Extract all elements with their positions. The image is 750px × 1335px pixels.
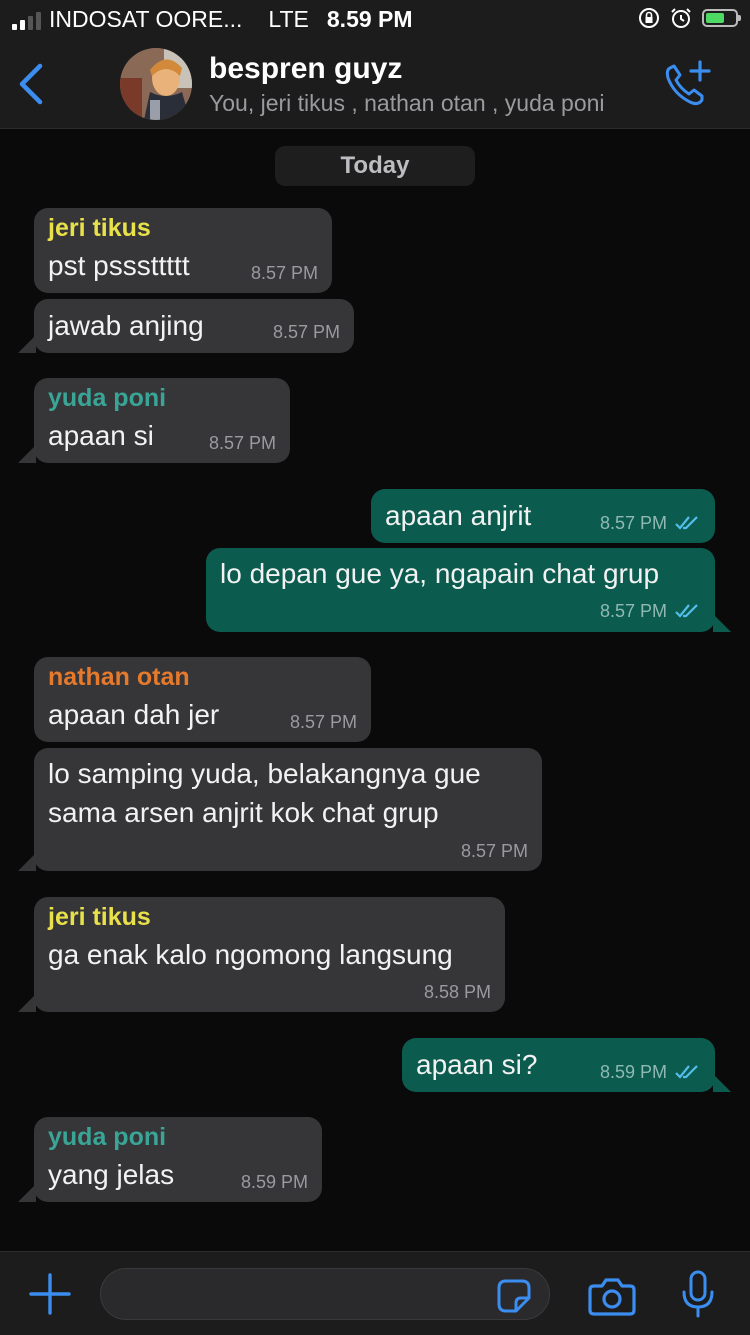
sender-name: nathan otan <box>48 663 190 691</box>
battery-icon <box>702 9 741 27</box>
back-button[interactable] <box>14 62 48 111</box>
incoming-message[interactable]: nathan otan apaan dah jer 8.57 PM <box>34 657 371 742</box>
carrier-name: INDOSAT OORE... <box>49 6 243 32</box>
add-call-button[interactable] <box>662 60 712 115</box>
incoming-message[interactable]: lo samping yuda, belakangnya gue sama ar… <box>18 748 542 871</box>
message-time: 8.57 PM <box>460 841 528 861</box>
message-time: 8.58 PM <box>423 982 491 1002</box>
message-text: apaan si <box>48 420 154 451</box>
sender-name: jeri tikus <box>48 214 151 242</box>
rotation-lock-icon <box>639 8 659 28</box>
incoming-message[interactable]: jeri tikus pst psssttttt 8.57 PM <box>34 208 332 293</box>
read-receipt-icon <box>675 516 698 530</box>
plus-icon <box>29 1273 71 1315</box>
chat-participants[interactable]: You, jeri tikus , nathan otan , yuda pon… <box>209 90 605 117</box>
message-input[interactable] <box>100 1268 550 1320</box>
message-text: pst psssttttt <box>48 250 190 281</box>
composer-bar <box>0 1251 750 1335</box>
group-avatar[interactable] <box>120 48 192 120</box>
message-text: yang jelas <box>48 1159 175 1190</box>
message-text: lo depan gue ya, ngapain chat grup <box>220 558 660 589</box>
message-time: 8.59 PM <box>240 1172 308 1192</box>
chat-header: bespren guyz You, jeri tikus , nathan ot… <box>0 40 750 129</box>
camera-icon <box>588 1278 636 1316</box>
signal-strength-icon <box>12 10 41 30</box>
message-time: 8.57 PM <box>599 601 667 621</box>
read-receipt-icon <box>675 604 698 618</box>
attach-button[interactable] <box>28 1272 72 1321</box>
voice-record-button[interactable] <box>680 1270 716 1323</box>
status-bar: INDOSAT OORE... LTE 8.59 PM <box>0 0 750 40</box>
camera-button[interactable] <box>588 1276 636 1321</box>
incoming-message[interactable]: jeri tikus ga enak kalo ngomong langsung… <box>18 897 505 1012</box>
message-list[interactable]: Today jeri tikus pst psssttttt 8.57 PM j… <box>0 129 750 1251</box>
message-time: 8.59 PM <box>599 1062 667 1082</box>
sender-name: yuda poni <box>48 1123 167 1151</box>
message-time: 8.57 PM <box>250 263 318 283</box>
message-time: 8.57 PM <box>208 433 276 453</box>
message-time: 8.57 PM <box>289 712 357 732</box>
sticker-icon <box>497 1279 531 1313</box>
message-text-line-1: lo samping yuda, belakangnya gue <box>48 758 481 789</box>
alarm-icon <box>671 8 691 28</box>
message-text: apaan si? <box>416 1049 538 1080</box>
battery-fill <box>706 13 724 23</box>
outgoing-message[interactable]: lo depan gue ya, ngapain chat grup 8.57 … <box>206 548 731 632</box>
network-type: LTE <box>268 6 309 32</box>
incoming-message[interactable]: jawab anjing 8.57 PM <box>18 299 354 353</box>
incoming-message[interactable]: yuda poni yang jelas 8.59 PM <box>18 1117 322 1202</box>
message-text: apaan anjrit <box>385 500 532 531</box>
chevron-left-icon <box>19 63 43 105</box>
date-separator: Today <box>275 146 475 186</box>
chat-title[interactable]: bespren guyz <box>209 52 402 86</box>
message-time: 8.57 PM <box>599 513 667 533</box>
sender-name: yuda poni <box>48 384 167 412</box>
outgoing-message[interactable]: apaan anjrit 8.57 PM <box>371 489 715 543</box>
outgoing-message[interactable]: apaan si? 8.59 PM <box>402 1038 731 1092</box>
read-receipt-icon <box>675 1065 698 1079</box>
sticker-button[interactable] <box>496 1278 532 1319</box>
microphone-icon <box>682 1270 714 1318</box>
add-call-icon <box>665 60 711 106</box>
sender-name: jeri tikus <box>48 903 151 931</box>
message-text-line-2: sama arsen anjrit kok chat grup <box>48 797 439 828</box>
message-text: ga enak kalo ngomong langsung <box>48 939 453 970</box>
status-time: 8.59 PM <box>326 6 413 32</box>
message-time: 8.57 PM <box>272 322 340 342</box>
incoming-message[interactable]: yuda poni apaan si 8.57 PM <box>18 378 290 463</box>
message-text: jawab anjing <box>48 310 204 341</box>
message-text: apaan dah jer <box>48 699 220 730</box>
